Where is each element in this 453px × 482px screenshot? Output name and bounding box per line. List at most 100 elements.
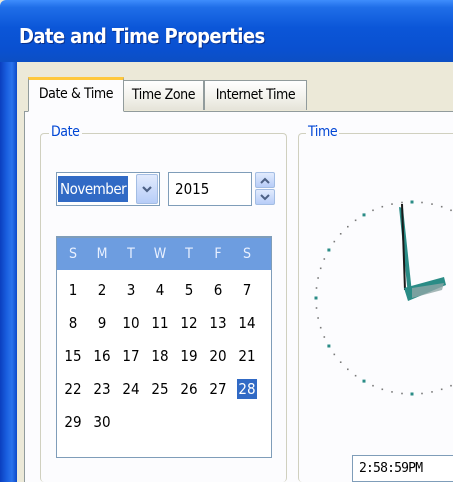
- analog-clock-icon: [314, 200, 452, 396]
- calendar-day[interactable]: 22: [60, 375, 86, 403]
- calendar-day[interactable]: 1: [60, 276, 86, 304]
- arrow-down-icon: [260, 193, 270, 200]
- calendar-day[interactable]: 28: [234, 375, 260, 403]
- clock-minute-mark: [315, 287, 318, 289]
- clock-minute-mark: [372, 384, 374, 387]
- clock-hour-mark: [410, 200, 414, 204]
- clock-hour-mark: [327, 248, 331, 252]
- tab-label: Internet Time: [215, 87, 296, 103]
- year-value: 2015: [175, 180, 210, 198]
- clock-hour-mark: [362, 379, 366, 383]
- calendar-day[interactable]: 16: [89, 342, 115, 370]
- clock-minute-mark: [421, 392, 423, 395]
- clock-minute-mark: [333, 353, 336, 356]
- calendar-day[interactable]: 11: [147, 309, 173, 337]
- clock-minute-mark: [347, 225, 349, 228]
- month-dropdown-button[interactable]: [136, 174, 158, 204]
- clock-hour-mark: [327, 344, 331, 348]
- clock-minute-mark: [450, 384, 452, 387]
- month-calendar[interactable]: S M T W T F S 1 2 3 4 5 6 7 8 9 10 11 12 13 14 15 16 17 18 19 20 21…: [56, 236, 272, 458]
- clock-minute-mark: [347, 368, 349, 371]
- calendar-weekday: W: [153, 246, 167, 262]
- clock-minute-mark: [315, 307, 318, 309]
- calendar-weekday: S: [69, 246, 77, 262]
- tab-label: Time Zone: [131, 87, 196, 103]
- month-dropdown[interactable]: November: [56, 172, 160, 206]
- clock-hour-mark: [410, 392, 414, 396]
- calendar-day[interactable]: 12: [176, 309, 202, 337]
- calendar-day[interactable]: 29: [60, 408, 86, 436]
- clock-minute-mark: [333, 240, 336, 243]
- clock-minute-mark: [317, 317, 319, 319]
- clock-minute-mark: [440, 388, 443, 391]
- calendar-day[interactable]: 23: [89, 375, 115, 403]
- clock-minute-mark: [401, 392, 403, 395]
- clock-minute-mark: [401, 201, 403, 204]
- calendar-day[interactable]: 26: [176, 375, 202, 403]
- clock-minute-mark: [391, 391, 393, 393]
- calendar-weekday: T: [185, 246, 193, 262]
- arrow-up-icon: [260, 177, 270, 184]
- calendar-day[interactable]: 21: [234, 342, 260, 370]
- clock-minute-mark: [421, 201, 423, 204]
- tab-time-zone[interactable]: Time Zone: [123, 80, 204, 110]
- clock-minute-mark: [354, 374, 357, 377]
- date-group-label: Date: [49, 124, 82, 140]
- calendar-weekday: M: [96, 246, 108, 262]
- window-title: Date and Time Properties: [19, 24, 265, 48]
- calendar-day[interactable]: 9: [89, 309, 115, 337]
- year-down-button[interactable]: [255, 189, 275, 205]
- time-group-label: Time: [306, 124, 340, 140]
- year-spinner[interactable]: [255, 172, 275, 206]
- clock-minute-mark: [431, 203, 433, 205]
- calendar-day[interactable]: 7: [234, 276, 260, 304]
- clock-minute-mark: [339, 233, 342, 235]
- clock-minute-mark: [317, 277, 319, 279]
- calendar-day[interactable]: 5: [176, 276, 202, 304]
- clock-minute-mark: [354, 219, 357, 222]
- title-bar[interactable]: Date and Time Properties: [0, 0, 453, 62]
- clock-minute-mark: [381, 388, 384, 391]
- clock-hour-mark: [362, 213, 366, 217]
- clock-minute-mark: [319, 267, 322, 270]
- calendar-day[interactable]: 19: [176, 342, 202, 370]
- clock-minute-mark: [319, 326, 322, 329]
- clock-minute-mark: [440, 205, 443, 208]
- calendar-day[interactable]: 6: [205, 276, 231, 304]
- clock-minute-mark: [431, 391, 433, 393]
- clock-hour-mark: [314, 296, 318, 300]
- year-up-button[interactable]: [255, 172, 275, 188]
- clock-minute-mark: [450, 209, 452, 212]
- calendar-day[interactable]: 17: [118, 342, 144, 370]
- calendar-day[interactable]: 13: [205, 309, 231, 337]
- clock-minute-mark: [323, 336, 326, 338]
- chevron-down-icon: [142, 186, 152, 193]
- calendar-day[interactable]: 4: [147, 276, 173, 304]
- calendar-weekday: F: [214, 246, 222, 262]
- calendar-day[interactable]: 10: [118, 309, 144, 337]
- time-field[interactable]: 2:58:59PM: [352, 455, 453, 482]
- tab-internet-time[interactable]: Internet Time: [204, 80, 307, 110]
- calendar-day[interactable]: 30: [89, 408, 115, 436]
- calendar-weekday: S: [243, 246, 251, 262]
- clock-minute-mark: [391, 203, 393, 205]
- calendar-day[interactable]: 27: [205, 375, 231, 403]
- calendar-day[interactable]: 24: [118, 375, 144, 403]
- clock-minute-mark: [339, 361, 342, 363]
- calendar-day[interactable]: 8: [60, 309, 86, 337]
- calendar-day[interactable]: 20: [205, 342, 231, 370]
- year-field[interactable]: 2015: [168, 172, 252, 206]
- clock-minute-mark: [372, 209, 374, 212]
- calendar-day[interactable]: 3: [118, 276, 144, 304]
- time-value: 2:58:59PM: [359, 461, 423, 476]
- month-value: November: [58, 176, 129, 202]
- clock-minute-mark: [323, 258, 326, 260]
- calendar-day[interactable]: 15: [60, 342, 86, 370]
- calendar-day[interactable]: 14: [234, 309, 260, 337]
- window-frame-left: [0, 62, 17, 482]
- tab-label: Date & Time: [38, 86, 114, 102]
- calendar-day[interactable]: 25: [147, 375, 173, 403]
- calendar-day[interactable]: 18: [147, 342, 173, 370]
- tab-date-time[interactable]: Date & Time: [28, 77, 124, 112]
- calendar-day[interactable]: 2: [89, 276, 115, 304]
